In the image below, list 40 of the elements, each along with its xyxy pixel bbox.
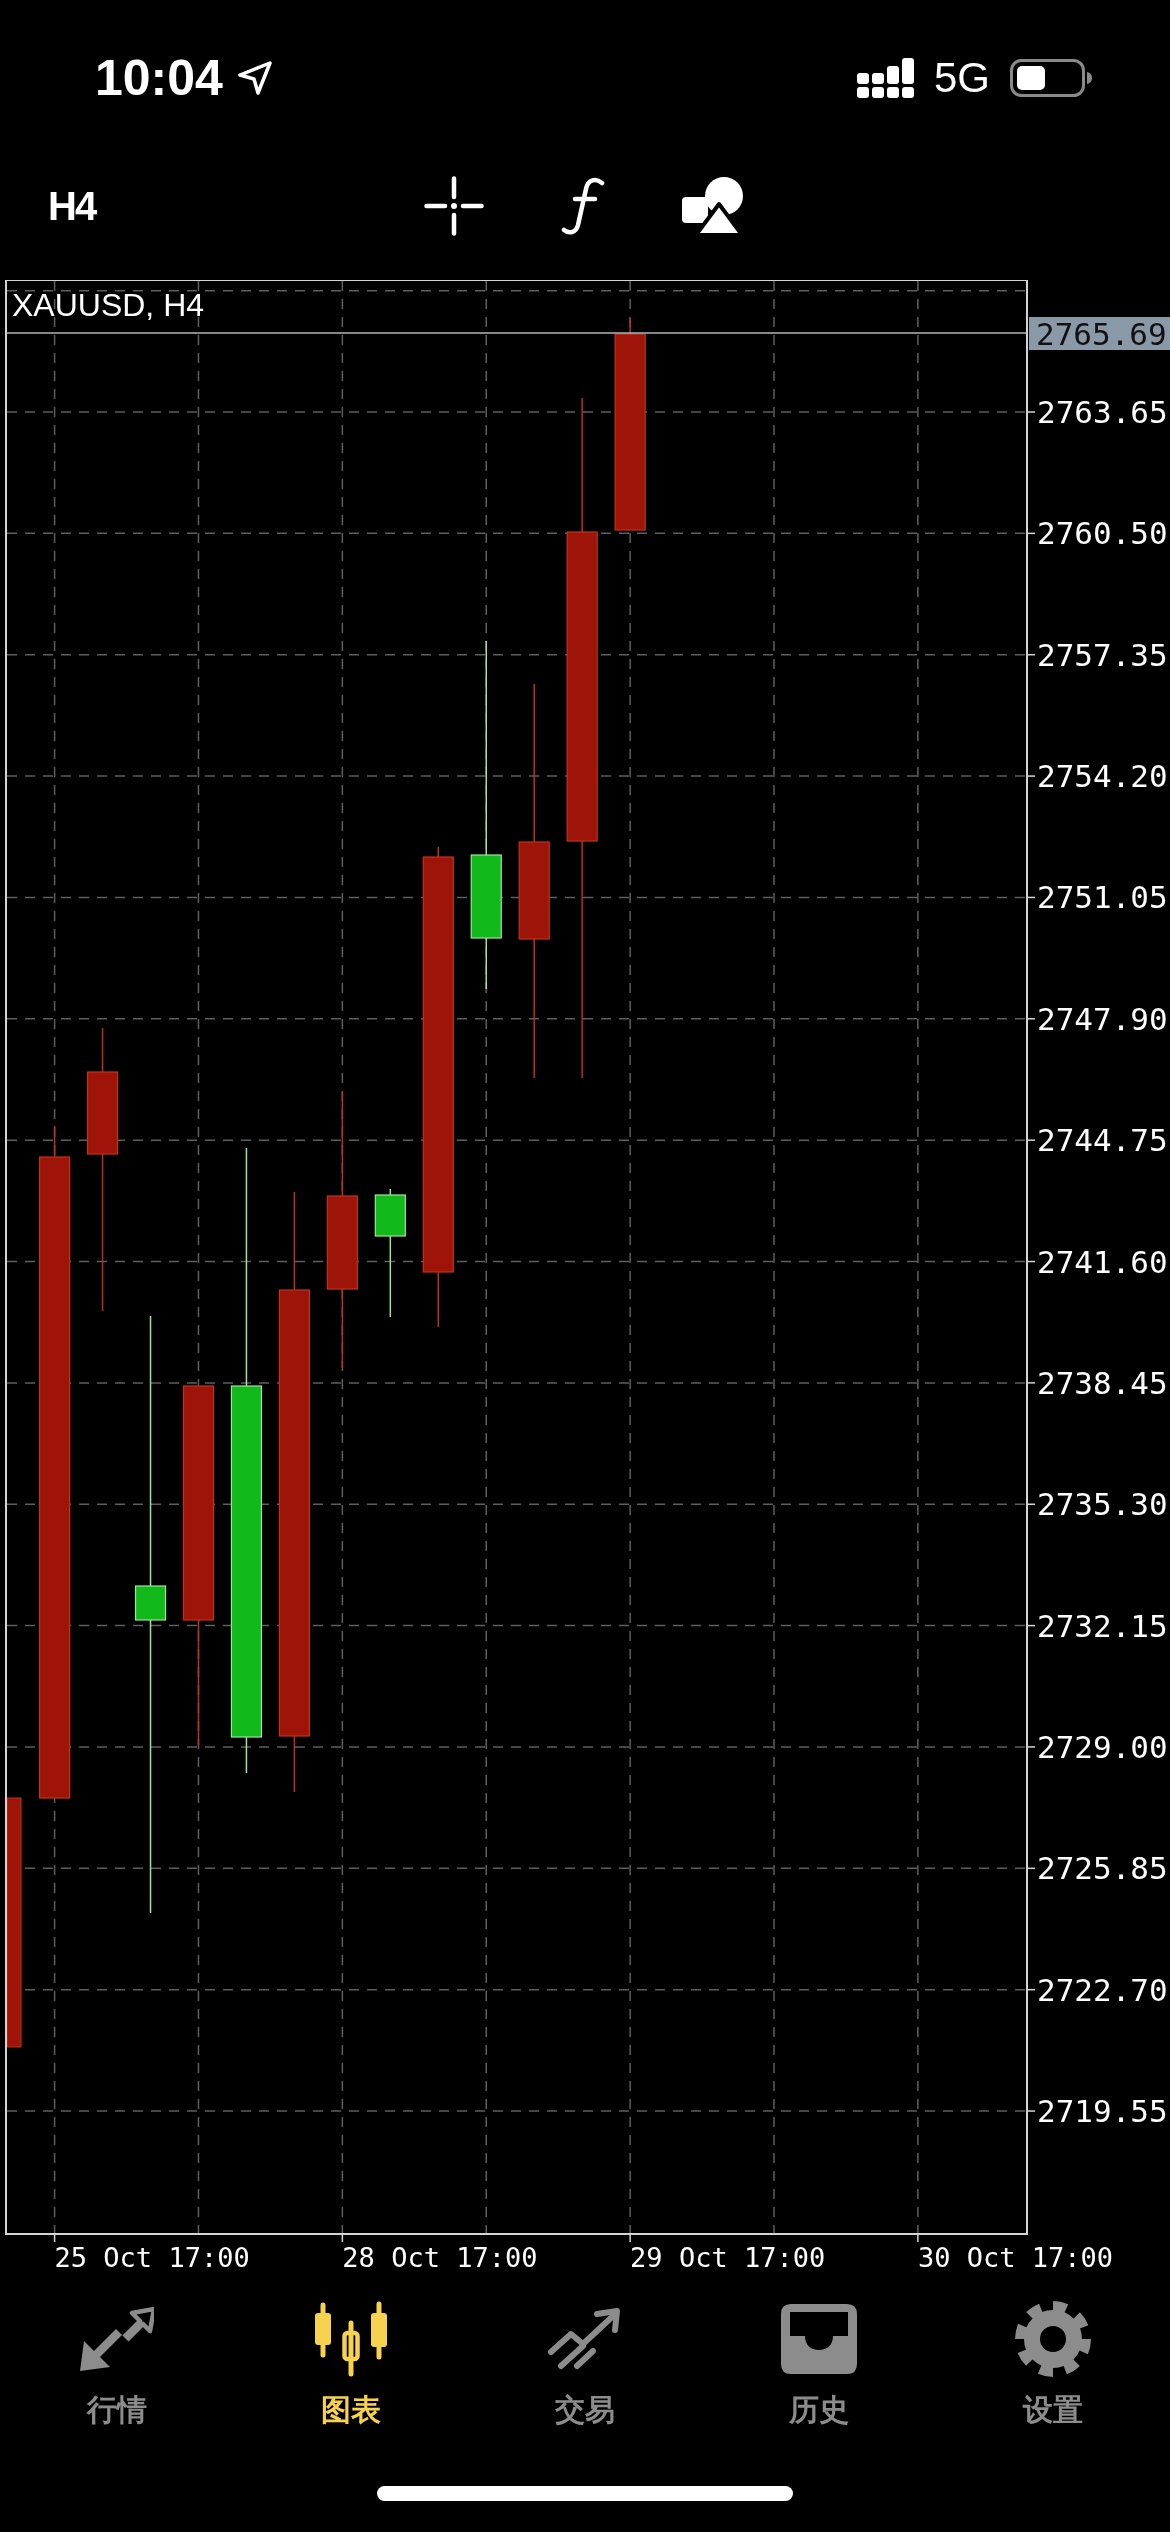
tab-bar-item[interactable]: 设置 [936, 2300, 1170, 2450]
current-price-tag: 2765.69 [1029, 315, 1170, 352]
tab-bar-item[interactable]: 行情 [0, 2300, 234, 2450]
price-label: 2741.60 [1037, 1243, 1168, 1280]
price-label: 2725.85 [1037, 1850, 1168, 1887]
tab-bar-item[interactable]: 交易 [468, 2300, 702, 2450]
double-arrow-icon [80, 2307, 154, 2371]
price-label: 2738.45 [1037, 1364, 1168, 1401]
chart-title: XAUUSD, H4 [12, 287, 205, 323]
time-label: 30 Oct 17:00 [917, 2241, 1113, 2273]
battery-icon [1010, 59, 1092, 97]
price-label: 2722.70 [1037, 1971, 1168, 2008]
time-label: 28 Oct 17:00 [342, 2241, 538, 2273]
price-label: 2744.75 [1037, 1122, 1168, 1159]
price-label: 2763.65 [1037, 394, 1168, 430]
inbox-tray-icon [781, 2304, 857, 2374]
price-label: 2757.35 [1037, 636, 1168, 673]
price-label: 2754.20 [1037, 758, 1168, 795]
price-label: 2760.50 [1037, 515, 1168, 552]
candlestick-icon [313, 2301, 389, 2377]
trend-arrow-icon [547, 2308, 623, 2370]
tab-bar-item[interactable]: 历史 [702, 2300, 936, 2450]
settings-gear-icon [1015, 2301, 1091, 2377]
location-arrow-icon [236, 60, 273, 96]
time-label: 29 Oct 17:00 [630, 2241, 826, 2273]
network-type: 5G [933, 57, 990, 99]
function-icon[interactable] [561, 177, 606, 235]
price-label: 2719.55 [1037, 2093, 1168, 2130]
price-label: 2751.05 [1037, 879, 1168, 916]
price-label: 2735.30 [1037, 1486, 1168, 1523]
timeframe-button[interactable]: H4 [46, 186, 98, 226]
crosshair-icon[interactable] [424, 176, 485, 236]
price-label: 2732.15 [1037, 1607, 1168, 1644]
time-label: 25 Oct 17:00 [54, 2241, 250, 2273]
price-label: 2747.90 [1037, 1000, 1168, 1037]
shapes-icon[interactable] [682, 177, 745, 235]
price-label: 2729.00 [1037, 1728, 1168, 1765]
signal-icon [856, 58, 914, 98]
tab-bar-item[interactable]: 图表 [234, 2300, 468, 2450]
clock-time: 10:04 [95, 53, 223, 103]
